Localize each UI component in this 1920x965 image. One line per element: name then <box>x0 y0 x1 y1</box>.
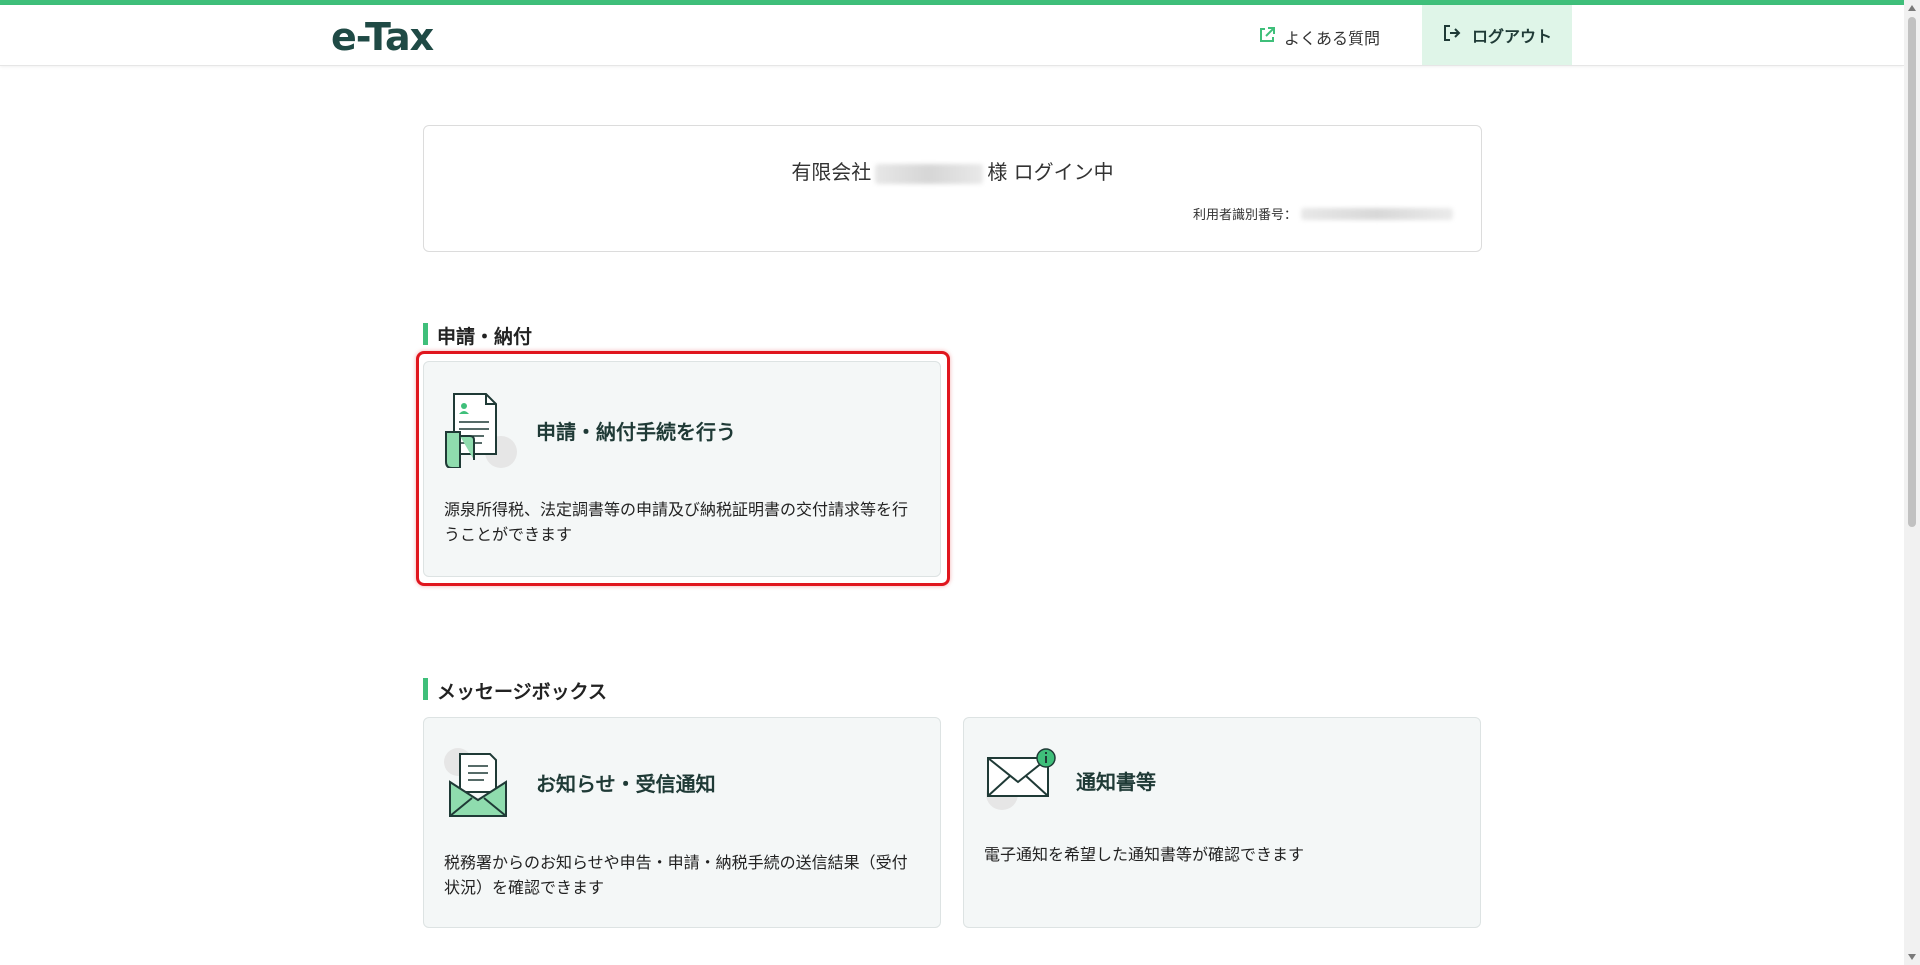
login-status-suffix: 様 ログイン中 <box>987 160 1114 184</box>
documents-card-title: 通知書等 <box>1076 770 1156 794</box>
etax-logo[interactable]: e-Tax <box>331 15 434 59</box>
envelope-letter-icon <box>444 748 510 822</box>
apply-procedure-card[interactable]: 申請・納付手続を行う 源泉所得税、法定調書等の申請及び納税証明書の交付請求等を行… <box>423 361 941 577</box>
login-status-text: 有限会社 様 ログイン中 <box>424 156 1481 185</box>
documents-card-desc: 電子通知を希望した通知書等が確認できます <box>984 845 1305 864</box>
vertical-scrollbar[interactable] <box>1904 0 1920 965</box>
logout-button[interactable]: ログアウト <box>1422 5 1572 65</box>
notification-documents-card[interactable]: 通知書等 電子通知を希望した通知書等が確認できます <box>963 717 1481 928</box>
section-title-apply: 申請・納付 <box>423 322 532 349</box>
notice-receipt-card[interactable]: お知らせ・受信通知 税務署からのお知らせや申告・申請・納税手続の送信結果（受付状… <box>423 717 941 928</box>
user-id-label: 利用者識別番号： <box>1192 208 1297 223</box>
user-id-line: 利用者識別番号： <box>1193 204 1453 223</box>
mail-info-icon <box>984 748 1058 816</box>
header: e-Tax よくある質問 ログアウト <box>0 5 1904 66</box>
company-prefix: 有限会社 <box>791 160 872 184</box>
notice-card-desc: 税務署からのお知らせや申告・申請・納税手続の送信結果（受付状況）を確認できます <box>444 853 908 897</box>
scroll-up-arrow[interactable] <box>1908 5 1916 11</box>
apply-card-desc: 源泉所得税、法定調書等の申請及び納税証明書の交付請求等を行うことができます <box>444 500 909 544</box>
notice-card-title: お知らせ・受信通知 <box>536 772 716 796</box>
apply-card-title: 申請・納付手続を行う <box>536 420 736 444</box>
redacted-user-id <box>1301 207 1453 220</box>
section-title-messagebox: メッセージボックス <box>423 677 607 704</box>
logout-icon <box>1442 23 1462 47</box>
document-hand-icon <box>444 392 518 472</box>
scroll-down-arrow[interactable] <box>1908 954 1916 960</box>
redacted-company-name <box>875 163 984 184</box>
scroll-thumb[interactable] <box>1908 17 1916 527</box>
faq-link[interactable]: よくある質問 <box>1258 22 1380 52</box>
login-status-card: 有限会社 様 ログイン中 利用者識別番号： <box>423 125 1482 252</box>
faq-label: よくある質問 <box>1284 29 1381 48</box>
logout-label: ログアウト <box>1471 27 1552 46</box>
external-link-icon <box>1258 26 1276 48</box>
